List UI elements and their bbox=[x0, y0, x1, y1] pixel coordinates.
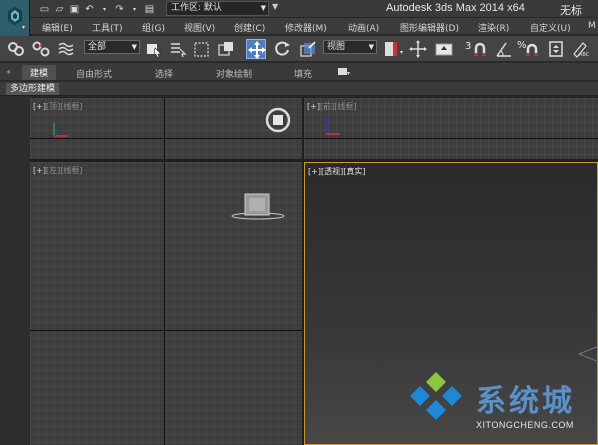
viewport-menu-label[interactable]: [+] bbox=[33, 166, 46, 175]
viewport-point-of-view-label[interactable]: [顶] bbox=[46, 102, 60, 111]
app-menu-dropdown-icon: ▾ bbox=[22, 24, 26, 31]
viewport-shading-label[interactable]: [真实] bbox=[343, 167, 365, 176]
watermark-url: XITONGCHENG.COM bbox=[476, 420, 574, 430]
tab-selection[interactable]: 选择 bbox=[155, 67, 173, 80]
viewport-shading-label[interactable]: [线框] bbox=[60, 166, 82, 175]
menu-create[interactable]: 创建(C) bbox=[234, 21, 265, 34]
selection-filter-dropdown[interactable]: 全部 ▼ bbox=[84, 40, 140, 54]
menu-customize[interactable]: 自定义(U) bbox=[530, 21, 571, 34]
snaps-toggle-icon[interactable] bbox=[470, 39, 490, 59]
viewport-shading-label[interactable]: [线框] bbox=[60, 102, 82, 111]
new-file-icon[interactable]: ▭ bbox=[38, 3, 51, 16]
undo-dropdown-icon[interactable]: ▾ bbox=[98, 3, 111, 16]
menu-maxscript[interactable]: M bbox=[588, 21, 596, 31]
grid-axis-horizontal bbox=[304, 138, 598, 139]
viewport-point-of-view-label[interactable]: [左] bbox=[46, 166, 60, 175]
menu-views[interactable]: 视图(V) bbox=[184, 21, 215, 34]
bind-to-space-warp-icon[interactable] bbox=[56, 39, 76, 59]
ribbon-tabs: ◂ 建模 自由形式 选择 对象绘制 填充 ▾ bbox=[0, 63, 598, 81]
xitongcheng-logo-icon bbox=[410, 372, 462, 420]
grid-axis-horizontal bbox=[30, 330, 302, 331]
viewport-menu-label[interactable]: [+] bbox=[308, 167, 321, 176]
viewport-top-label[interactable]: [+][顶][线框] bbox=[33, 101, 82, 112]
undo-icon[interactable]: ↶ bbox=[83, 3, 96, 16]
use-pivot-center-icon[interactable] bbox=[381, 39, 401, 59]
grid-axis-vertical bbox=[164, 162, 165, 445]
menu-group[interactable]: 组(G) bbox=[142, 21, 165, 34]
viewcube-icon[interactable] bbox=[565, 338, 598, 368]
rectangular-selection-icon[interactable] bbox=[192, 39, 212, 59]
workspace-label: 工作区: 默认 bbox=[171, 3, 222, 13]
select-and-link-icon[interactable] bbox=[6, 39, 26, 59]
select-by-name-icon[interactable] bbox=[168, 39, 188, 59]
select-and-manipulate-icon[interactable] bbox=[408, 39, 428, 59]
chevron-down-icon: ▼ bbox=[260, 4, 266, 12]
application-menu-button[interactable]: ▾ bbox=[0, 0, 30, 36]
viewport-shading-label[interactable]: [线框] bbox=[334, 102, 356, 111]
project-folder-icon[interactable]: ▤ bbox=[143, 3, 156, 16]
abc-label: ABC bbox=[579, 52, 590, 58]
watermark-brand: 系统城 bbox=[476, 384, 575, 419]
redo-dropdown-icon[interactable]: ▾ bbox=[128, 3, 141, 16]
tab-object-paint[interactable]: 对象绘制 bbox=[216, 67, 252, 80]
menu-graph-editors[interactable]: 图形编辑器(D) bbox=[400, 21, 459, 34]
viewcube-icon[interactable] bbox=[230, 190, 290, 224]
left-side-strip bbox=[0, 97, 30, 445]
pivot-dropdown-icon[interactable]: ▾ bbox=[400, 49, 403, 56]
select-object-icon[interactable] bbox=[144, 39, 164, 59]
workspace-dropdown[interactable]: 工作区: 默认 ▼ bbox=[166, 1, 269, 16]
tab-freeform[interactable]: 自由形式 bbox=[76, 67, 112, 80]
main-toolbar: 全部 ▼ 视图 ▼ ▾ 3 % ABC bbox=[0, 36, 598, 62]
title-bar: ▭ ▱ ▣ ↶ ▾ ↷ ▾ ▤ 工作区: 默认 ▼ ▼ Autodesk 3ds… bbox=[0, 0, 598, 18]
viewport-left-label[interactable]: [+][左][线框] bbox=[33, 165, 82, 176]
window-title: Autodesk 3ds Max 2014 x64 bbox=[386, 2, 525, 14]
ribbon-options-icon[interactable]: ▾ bbox=[338, 66, 356, 78]
tab-modeling[interactable]: 建模 bbox=[22, 65, 57, 80]
viewport-point-of-view-label[interactable]: [前] bbox=[320, 102, 334, 111]
open-file-icon[interactable]: ▱ bbox=[53, 3, 66, 16]
chevron-down-icon: ▼ bbox=[368, 43, 374, 51]
viewport-menu-label[interactable]: [+] bbox=[33, 102, 46, 111]
reference-coordinate-value: 视图 bbox=[327, 42, 346, 52]
select-and-scale-icon[interactable] bbox=[298, 39, 318, 59]
tab-populate[interactable]: 填充 bbox=[294, 67, 312, 80]
select-and-rotate-icon[interactable] bbox=[272, 39, 292, 59]
redo-icon[interactable]: ↷ bbox=[113, 3, 126, 16]
window-title-filename: 无标 bbox=[560, 4, 582, 17]
viewcube-icon[interactable] bbox=[264, 106, 292, 134]
window-crossing-icon[interactable] bbox=[216, 39, 236, 59]
viewport-top[interactable]: [+][顶][线框] bbox=[30, 98, 302, 159]
selection-filter-value: 全部 bbox=[88, 42, 107, 52]
menu-tools[interactable]: 工具(T) bbox=[92, 21, 123, 34]
viewport-front[interactable]: [+][前][线框] bbox=[304, 98, 598, 159]
menu-rendering[interactable]: 渲染(R) bbox=[478, 21, 509, 34]
menu-animation[interactable]: 动画(A) bbox=[348, 21, 379, 34]
menu-edit[interactable]: 编辑(E) bbox=[42, 21, 73, 34]
select-and-move-icon[interactable] bbox=[246, 39, 266, 59]
save-icon[interactable]: ▣ bbox=[68, 3, 81, 16]
watermark: 系统城 XITONGCHENG.COM bbox=[404, 372, 594, 438]
angle-snap-toggle-icon[interactable] bbox=[494, 39, 514, 59]
viewport-point-of-view-label[interactable]: [透视] bbox=[321, 167, 343, 176]
grid-axis-vertical bbox=[164, 98, 165, 159]
axis-tripod-icon bbox=[53, 123, 68, 137]
chevron-down-icon[interactable]: ▼ bbox=[272, 2, 278, 11]
ribbon-collapse-icon[interactable]: ◂ bbox=[6, 67, 10, 76]
unlink-selection-icon[interactable] bbox=[31, 39, 51, 59]
viewport-left[interactable]: [+][左][线框] bbox=[30, 162, 302, 445]
viewport-menu-label[interactable]: [+] bbox=[307, 102, 320, 111]
ribbon-panel: 多边形建模 bbox=[0, 82, 598, 96]
axis-tripod-icon bbox=[325, 116, 340, 135]
spinner-snap-toggle-icon[interactable] bbox=[546, 39, 566, 59]
reference-coordinate-dropdown[interactable]: 视图 ▼ bbox=[323, 40, 377, 54]
keyboard-shortcut-override-icon[interactable] bbox=[434, 39, 454, 59]
percent-snap-toggle-icon[interactable] bbox=[522, 39, 542, 59]
quick-access-toolbar: ▭ ▱ ▣ ↶ ▾ ↷ ▾ ▤ bbox=[38, 2, 156, 16]
polygon-modeling-panel-label[interactable]: 多边形建模 bbox=[6, 83, 60, 95]
menu-modifiers[interactable]: 修改器(M) bbox=[285, 21, 327, 34]
viewport-perspective-label[interactable]: [+][透视][真实] bbox=[308, 166, 365, 177]
menu-bar: 编辑(E) 工具(T) 组(G) 视图(V) 创建(C) 修改器(M) 动画(A… bbox=[30, 18, 598, 35]
viewport-front-label[interactable]: [+][前][线框] bbox=[307, 101, 356, 112]
chevron-down-icon: ▼ bbox=[131, 43, 137, 51]
